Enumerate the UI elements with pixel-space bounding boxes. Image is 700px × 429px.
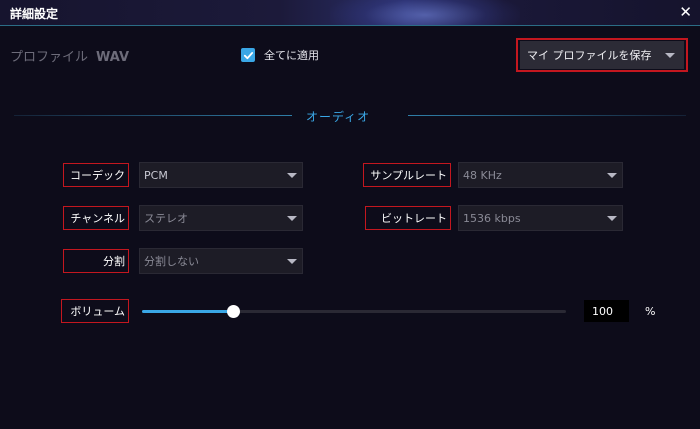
section-title: オーディオ [306,110,371,124]
chevron-down-icon [607,216,617,221]
chevron-down-icon [287,259,297,264]
sample-rate-value: 48 KHz [463,168,502,182]
chevron-down-icon [665,53,675,58]
chevron-down-icon [287,173,297,178]
section-divider-right [408,115,686,116]
split-label: 分割 [63,249,129,273]
codec-select[interactable]: PCM [139,162,303,188]
volume-label: ボリューム [61,299,129,323]
section-divider-left [14,115,292,116]
volume-input[interactable]: 100 [584,300,629,322]
channel-value: ステレオ [144,212,188,225]
sample-rate-label: サンプルレート [363,163,451,187]
save-profile-label: マイ プロファイルを保存 [527,49,652,62]
profile-label: プロファイル WAV [10,46,129,65]
save-profile-dropdown[interactable]: マイ プロファイルを保存 [520,41,684,69]
bitrate-select[interactable]: 1536 kbps [458,205,623,231]
profile-label-text: プロファイル [10,50,89,65]
volume-unit: % [645,305,656,318]
volume-slider-handle[interactable] [226,305,240,318]
audio-section-header: オーディオ [0,108,700,124]
chevron-down-icon [607,173,617,178]
codec-label: コーデック [63,163,129,187]
bitrate-label: ビットレート [365,206,451,230]
apply-all-checkbox[interactable]: 全てに適用 [241,47,319,63]
codec-value: PCM [144,168,168,182]
channel-select[interactable]: ステレオ [139,205,303,231]
channel-label: チャンネル [63,206,129,230]
chevron-down-icon [287,216,297,221]
profile-name: WAV [96,50,130,65]
title-bar: 詳細設定 ✕ [0,0,700,26]
sample-rate-select[interactable]: 48 KHz [458,162,623,188]
split-select[interactable]: 分割しない [139,248,303,274]
window-title: 詳細設定 [10,7,59,21]
close-icon[interactable]: ✕ [679,3,692,21]
bitrate-value: 1536 kbps [463,211,521,225]
checkbox-checked-icon[interactable] [241,48,255,62]
apply-all-label: 全てに適用 [264,49,319,62]
title-bar-decoration [330,0,520,25]
volume-slider[interactable] [142,305,566,318]
volume-slider-fill [142,310,233,313]
split-value: 分割しない [144,255,199,268]
